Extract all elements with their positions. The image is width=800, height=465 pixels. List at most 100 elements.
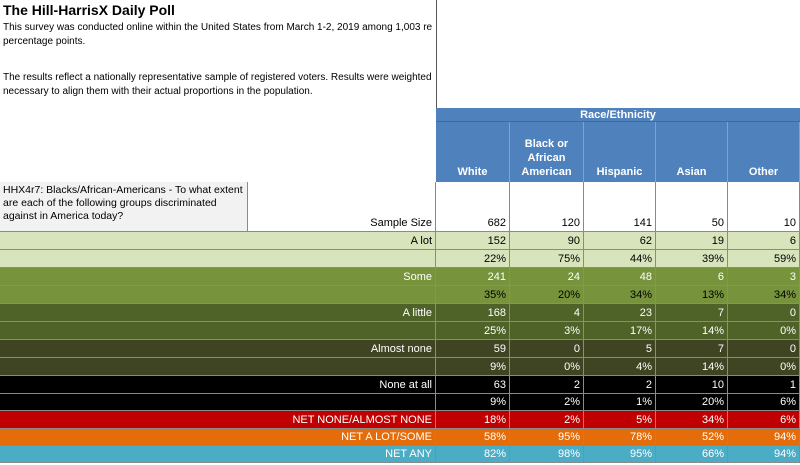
column-header: Black or African American [510, 122, 584, 182]
row-value: 0 [728, 340, 800, 358]
table-row: NET A LOT/SOME 58% 95% 78% 52% 94% [0, 429, 800, 446]
row-value: 152 [436, 232, 510, 250]
row-value: 20% [510, 286, 584, 304]
table-row: 25% 3% 17% 14% 0% [0, 322, 800, 340]
row-value: 82% [436, 446, 510, 463]
question-text: HHX4r7: Blacks/African-Americans - To wh… [0, 182, 248, 232]
row-value: 44% [584, 250, 656, 268]
row-value: 3% [510, 322, 584, 340]
row-value: 0% [510, 358, 584, 376]
row-value: 22% [436, 250, 510, 268]
row-value: 94% [728, 429, 800, 446]
row-value: 7 [656, 340, 728, 358]
column-header: White [436, 122, 510, 182]
row-value: 3 [728, 268, 800, 286]
group-header: Race/Ethnicity [436, 108, 800, 122]
row-label: NET A LOT/SOME [0, 429, 436, 446]
table-row: 35% 20% 34% 13% 34% [0, 286, 800, 304]
row-label: NET ANY [0, 446, 436, 463]
row-value: 10 [656, 376, 728, 394]
column-header: Other [728, 122, 800, 182]
row-value: 0 [728, 304, 800, 322]
row-value: 6% [728, 411, 800, 429]
row-label: A little [0, 304, 436, 322]
row-value: 2 [510, 376, 584, 394]
weighting-note-line: The results reflect a nationally represe… [3, 72, 432, 83]
poll-table: Race/Ethnicity White Black or African Am… [0, 108, 800, 465]
row-value: 24 [510, 268, 584, 286]
row-value: 59 [436, 340, 510, 358]
row-value: 4% [584, 358, 656, 376]
sample-size-label: Sample Size [248, 182, 436, 232]
table-row: Some 241 24 48 6 3 [0, 268, 800, 286]
table-row: NET NONE/ALMOST NONE 18% 2% 5% 34% 6% [0, 411, 800, 429]
row-value: 2% [510, 411, 584, 429]
table-row: 9% 2% 1% 20% 6% [0, 394, 800, 411]
row-label: Almost none [0, 340, 436, 358]
survey-note-line: percentage points. [3, 36, 86, 47]
table-row: A little 168 4 23 7 0 [0, 304, 800, 322]
row-value: 1% [584, 394, 656, 411]
row-value: 241 [436, 268, 510, 286]
column-header: Asian [656, 122, 728, 182]
row-value: 52% [656, 429, 728, 446]
row-value: 18% [436, 411, 510, 429]
survey-note-line: This survey was conducted online within … [3, 22, 433, 33]
row-value: 19 [656, 232, 728, 250]
row-value: 75% [510, 250, 584, 268]
column-header: Hispanic [584, 122, 656, 182]
row-value: 1 [728, 376, 800, 394]
row-value: 59% [728, 250, 800, 268]
row-value: 5 [584, 340, 656, 358]
weighting-note-line: necessary to align them with their actua… [3, 86, 313, 97]
row-label: None at all [0, 376, 436, 394]
column-divider [436, 0, 437, 108]
row-value: 4 [510, 304, 584, 322]
row-value: 23 [584, 304, 656, 322]
table-row: Almost none 59 0 5 7 0 [0, 340, 800, 358]
row-value: 58% [436, 429, 510, 446]
row-value: 95% [584, 446, 656, 463]
sample-size-value: 682 [436, 182, 510, 232]
row-label: NET NONE/ALMOST NONE [0, 411, 436, 429]
row-label [0, 322, 436, 340]
row-value: 66% [656, 446, 728, 463]
row-value: 34% [656, 411, 728, 429]
table-row: A lot 152 90 62 19 6 [0, 232, 800, 250]
row-value: 48 [584, 268, 656, 286]
row-label [0, 358, 436, 376]
sample-size-value: 10 [728, 182, 800, 232]
row-value: 94% [728, 446, 800, 463]
row-value: 95% [510, 429, 584, 446]
sample-size-value: 50 [656, 182, 728, 232]
table-row: None at all 63 2 2 10 1 [0, 376, 800, 394]
row-value: 6% [728, 394, 800, 411]
row-value: 7 [656, 304, 728, 322]
row-value: 35% [436, 286, 510, 304]
row-value: 14% [656, 358, 728, 376]
row-label [0, 286, 436, 304]
row-value: 5% [584, 411, 656, 429]
row-label [0, 394, 436, 411]
row-value: 78% [584, 429, 656, 446]
row-value: 2 [584, 376, 656, 394]
row-value: 9% [436, 394, 510, 411]
row-value: 34% [584, 286, 656, 304]
row-value: 6 [728, 232, 800, 250]
sample-size-value: 141 [584, 182, 656, 232]
row-value: 13% [656, 286, 728, 304]
row-value: 25% [436, 322, 510, 340]
row-label: Some [0, 268, 436, 286]
row-value: 2% [510, 394, 584, 411]
row-value: 0% [728, 358, 800, 376]
table-row: 22% 75% 44% 39% 59% [0, 250, 800, 268]
row-value: 0 [510, 340, 584, 358]
row-value: 9% [436, 358, 510, 376]
row-value: 39% [656, 250, 728, 268]
row-value: 62 [584, 232, 656, 250]
row-label: A lot [0, 232, 436, 250]
row-value: 34% [728, 286, 800, 304]
row-value: 63 [436, 376, 510, 394]
row-value: 17% [584, 322, 656, 340]
row-value: 168 [436, 304, 510, 322]
